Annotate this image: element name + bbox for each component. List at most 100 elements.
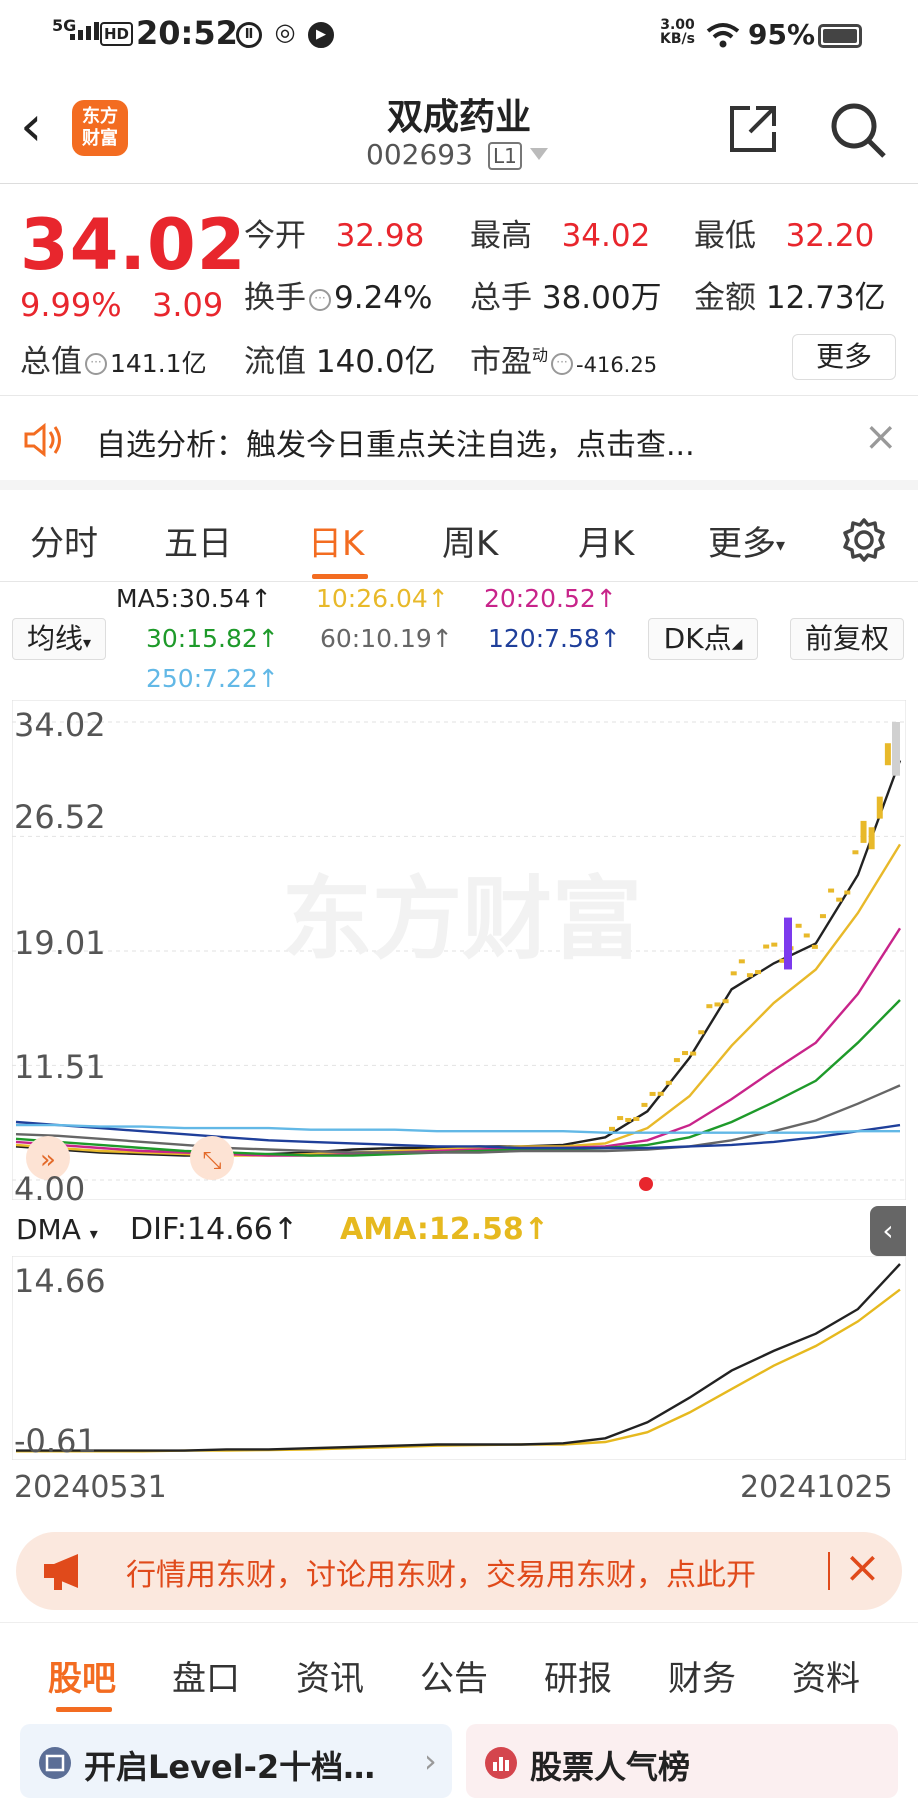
low-field: 最低 32.20 [694,218,875,254]
net-speed: 3.00 KB/s [660,17,695,47]
amount-field: 金额 12.73亿 [694,280,886,316]
share-icon[interactable] [726,102,780,156]
expand-arrows-icon: ⤡ [202,1146,221,1174]
close-icon[interactable]: × [864,414,898,460]
chevron-right-icon: › [424,1742,437,1780]
candle [746,973,753,978]
y-tick-label: 34.02 [14,706,106,744]
tab-news[interactable]: 资讯 [296,1651,364,1700]
level2-icon [39,1747,71,1779]
y-tick-label: 26.52 [14,798,106,836]
ranking-icon [485,1747,517,1779]
candle [795,923,802,928]
tab-more[interactable]: 更多▾ [708,516,785,565]
level-badge[interactable]: L1 [488,142,522,170]
candle [633,1116,640,1121]
popularity-card[interactable]: 股票人气榜 [466,1724,898,1798]
candle [738,959,745,964]
open-field: 今开 32.98 [244,218,425,254]
candle [868,827,875,850]
dma-y-tick: 14.66 [14,1262,106,1300]
battery-icon [818,24,862,48]
tab-monthly-k[interactable]: 月K [578,516,634,565]
tab-five-day[interactable]: 五日 [164,516,232,565]
info-tabs: 股吧 盘口 资讯 公告 研报 财务 资料 [0,1622,918,1722]
candle [609,1126,615,1131]
chevron-left-icon[interactable]: ‹ [870,1206,906,1256]
close-icon[interactable]: × [844,1542,881,1593]
stock-header: ‹ 东方 财富 双成药业 002693 L1 [0,72,918,184]
last-price: 34.02 [20,204,247,286]
dma-y-tick: -0.61 [14,1422,97,1460]
ma60-legend: 60:10.19↑ [320,624,453,653]
candle [641,1102,648,1107]
tab-weekly-k[interactable]: 周K [442,516,498,565]
ama-legend: AMA:12.58↑ [340,1212,549,1247]
candle [617,1116,624,1121]
stock-code: 002693 [366,138,473,171]
candle [625,1117,632,1122]
candle [763,944,770,949]
candle [698,1030,705,1035]
level2-card[interactable]: 开启Level-2十档… › [20,1724,452,1798]
dk-point-button[interactable]: DK点◢ [648,618,758,660]
tab-finance[interactable]: 财务 [668,1651,736,1700]
status-time: 20:52 [136,14,238,52]
chart-tabs: 分时 五日 日K 周K 月K 更多▾ [0,500,918,582]
indicator-selector[interactable]: DMA ▾ [16,1210,98,1250]
y-tick-label: 19.01 [14,924,106,962]
hd-badge: HD [100,22,134,46]
promo-banner[interactable]: 行情用东财，讨论用东财，交易用东财，点此开 × [16,1532,902,1610]
tab-profile[interactable]: 资料 [792,1651,860,1700]
candle [771,942,778,947]
level2-text: 开启Level-2十档… [84,1748,376,1786]
weibo-icon: ◎ [274,18,296,46]
candle [649,1091,656,1096]
gear-icon[interactable] [840,516,888,564]
battery-percent: 95% [748,18,816,51]
tab-announcements[interactable]: 公告 [420,1651,488,1700]
tab-guba[interactable]: 股吧 [48,1651,116,1700]
app-notification-icon: Ⅱ [236,22,262,48]
search-icon[interactable] [828,100,888,160]
candle [803,933,810,938]
dma-chart[interactable] [12,1256,906,1460]
candle [892,722,900,776]
ma30-legend: 30:15.82↑ [146,624,279,653]
dma-legend: DMA ▾ DIF:14.66↑ AMA:12.58↑ [12,1204,906,1254]
high-field: 最高 34.02 [470,218,651,254]
notice-text: 自选分析：触发今日重点关注自选，点击查... [96,428,695,463]
active-tab-indicator [56,1707,112,1712]
x-start-date: 20240531 [14,1470,167,1505]
speaker-icon [24,422,61,458]
volume-field: 总手 38.00万 [470,280,662,316]
candle [755,970,762,975]
candle [714,1002,721,1007]
wifi-icon [706,23,740,48]
tab-research[interactable]: 研报 [544,1651,612,1700]
candle [665,1080,672,1085]
market-cap-field: 总值 ··· 141.1亿 [20,344,207,380]
candle [852,850,859,855]
kline-chart[interactable]: 东方财富 » ⤡ [12,700,906,1200]
watchlist-notice[interactable]: 自选分析：触发今日重点关注自选，点击查... × [0,398,918,490]
candle [706,1004,713,1009]
tab-intraday[interactable]: 分时 [30,516,98,565]
tab-daily-k[interactable]: 日K [308,516,364,565]
change-percent: 9.99% [20,286,122,324]
tab-pankou[interactable]: 盘口 [172,1651,240,1700]
ma250-legend: 250:7.22↑ [146,664,279,693]
candle [860,820,867,843]
candle [876,796,883,819]
more-quote-button[interactable]: 更多 [792,334,896,380]
turnover-field: 换手 ··· 9.24% [244,280,433,316]
adjust-button[interactable]: 前复权 [790,618,904,660]
stock-name: 双成药业 [386,97,531,138]
ma-selector[interactable]: 均线▾ [12,618,106,660]
chevron-down-icon[interactable] [530,148,548,160]
ma5-legend: MA5:30.54↑ [116,584,272,613]
candle [819,914,826,919]
status-bar: 5G HD 20:52 Ⅱ ◎ ▶ 3.00 KB/s 95% [0,0,918,72]
candle [730,971,737,976]
dk-marker [639,1177,653,1191]
